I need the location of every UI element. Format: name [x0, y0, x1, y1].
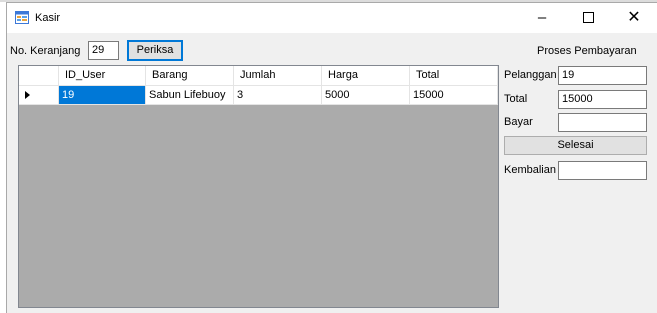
- check-button[interactable]: Periksa: [127, 40, 183, 61]
- grid-corner-header: [19, 66, 59, 86]
- total-input[interactable]: 15000: [558, 90, 647, 109]
- cart-number-label: No. Keranjang: [10, 45, 81, 57]
- cell-id-user[interactable]: 19: [59, 86, 146, 105]
- current-row-arrow-icon: [25, 91, 30, 99]
- row-header[interactable]: [19, 86, 59, 105]
- cell-jumlah[interactable]: 3: [234, 86, 322, 105]
- pay-label: Bayar: [504, 116, 533, 128]
- window-title: Kasir: [35, 12, 61, 24]
- column-header-jumlah[interactable]: Jumlah: [234, 66, 322, 86]
- payment-heading: Proses Pembayaran: [537, 45, 637, 57]
- cell-barang[interactable]: Sabun Lifebuoy: [146, 86, 234, 105]
- finish-button[interactable]: Selesai: [504, 136, 647, 155]
- kasir-window: Kasir – ✕ No. Keranjang 29 Periksa Prose…: [6, 2, 657, 313]
- change-label: Kembalian: [504, 164, 556, 176]
- cart-number-input[interactable]: 29: [88, 41, 119, 60]
- app-form-icon: [15, 11, 29, 24]
- maximize-button[interactable]: [565, 3, 611, 33]
- change-input[interactable]: [558, 161, 647, 180]
- column-header-id-user[interactable]: ID_User: [59, 66, 146, 86]
- pay-input[interactable]: [558, 113, 647, 132]
- transaction-grid[interactable]: ID_User Barang Jumlah Harga Total 19 Sab…: [18, 65, 499, 308]
- title-bar: Kasir – ✕: [7, 3, 657, 33]
- column-header-total[interactable]: Total: [410, 66, 498, 86]
- maximize-icon: [582, 11, 594, 23]
- customer-input[interactable]: 19: [558, 66, 647, 85]
- customer-label: Pelanggan: [504, 69, 557, 81]
- column-header-harga[interactable]: Harga: [322, 66, 410, 86]
- minimize-button[interactable]: –: [519, 3, 565, 33]
- cell-total[interactable]: 15000: [410, 86, 498, 105]
- total-label: Total: [504, 93, 528, 105]
- column-header-barang[interactable]: Barang: [146, 66, 234, 86]
- close-button[interactable]: ✕: [611, 3, 657, 33]
- cell-harga[interactable]: 5000: [322, 86, 410, 105]
